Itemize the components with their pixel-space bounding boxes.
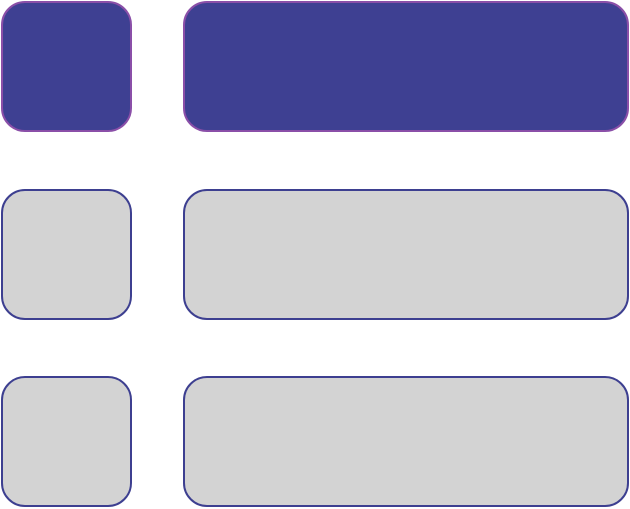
row-3-thumbnail (1, 376, 132, 507)
list-view-icon (0, 0, 630, 509)
row-3-bar (183, 376, 629, 507)
row-2-bar (183, 189, 629, 320)
row-1-bar (183, 1, 629, 132)
row-2-thumbnail (1, 189, 132, 320)
row-1-thumbnail (1, 1, 132, 132)
